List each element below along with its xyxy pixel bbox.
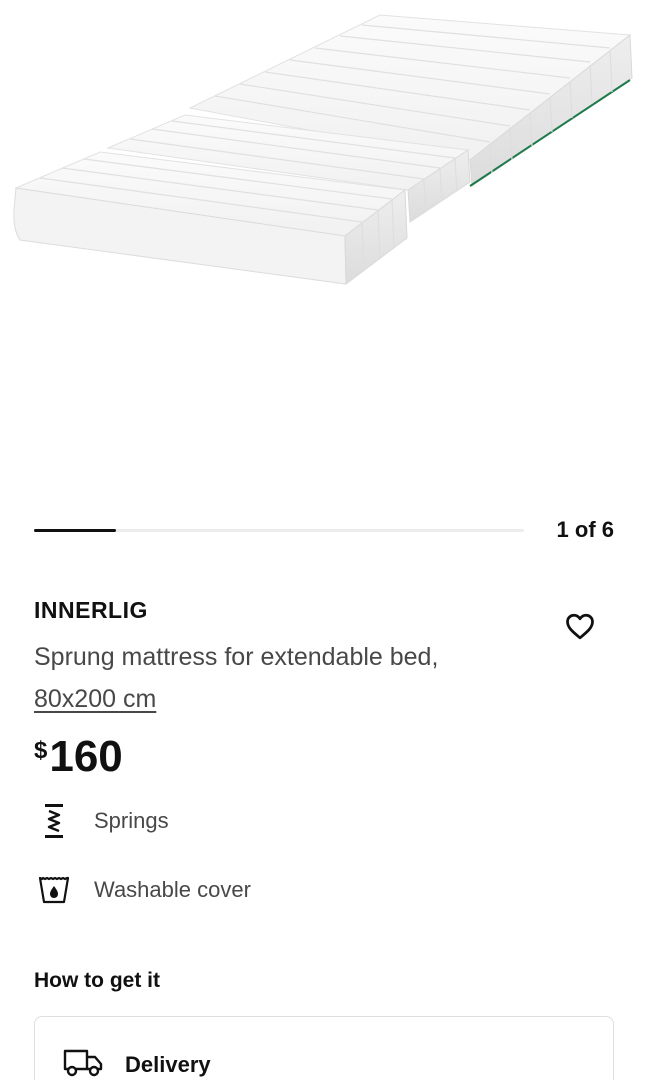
delivery-row: Delivery — [63, 1047, 211, 1080]
product-page: 1 of 6 INNERLIG Sprung mattress for exte… — [0, 0, 648, 1080]
price-currency: $ — [34, 737, 48, 764]
product-size-link[interactable]: 80x200 cm — [34, 685, 156, 713]
gallery-progress-fill — [34, 529, 116, 532]
truck-icon — [63, 1047, 103, 1080]
feature-washable-cover: Washable cover — [34, 872, 251, 908]
favourite-button[interactable] — [560, 606, 600, 646]
product-name: INNERLIG — [34, 597, 148, 623]
product-price: $ 160 — [34, 731, 123, 783]
springs-icon — [34, 803, 74, 839]
delivery-label: Delivery — [125, 1051, 211, 1077]
washable-icon — [34, 872, 74, 908]
product-image[interactable] — [0, 0, 648, 470]
feature-label: Washable cover — [94, 877, 251, 902]
product-type: Sprung mattress for extendable bed, — [34, 643, 439, 671]
gallery-counter: 1 of 6 — [556, 517, 614, 542]
feature-label: Springs — [94, 808, 169, 833]
feature-springs: Springs — [34, 803, 169, 839]
mattress-illustration — [13, 14, 633, 285]
how-to-get-it-heading: How to get it — [34, 969, 160, 992]
product-description: Sprung mattress for extendable bed, 80x2… — [34, 636, 534, 720]
heart-icon — [566, 613, 594, 640]
price-amount: 160 — [49, 732, 123, 781]
gallery-progress-bar[interactable] — [34, 529, 524, 532]
delivery-option-card[interactable]: Delivery — [34, 1016, 614, 1080]
